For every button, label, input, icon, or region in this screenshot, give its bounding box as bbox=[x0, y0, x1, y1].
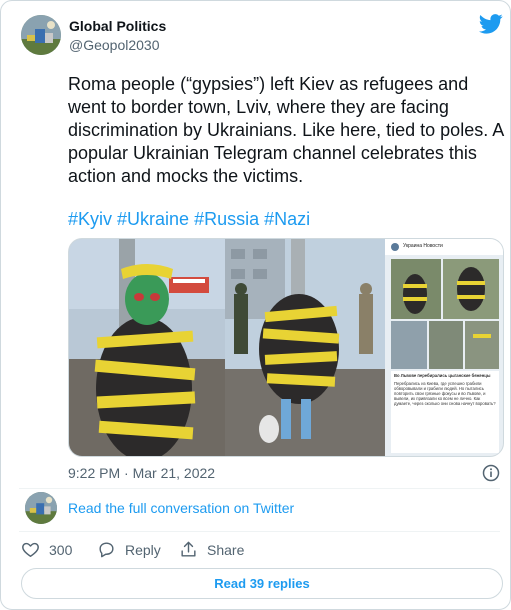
conversation-avatar[interactable] bbox=[25, 492, 57, 524]
tweet-card: Global Politics @Geopol2030 Roma people … bbox=[0, 0, 511, 610]
share-icon bbox=[181, 541, 196, 557]
reply-icon bbox=[99, 542, 114, 558]
read-replies-button[interactable]: Read 39 replies bbox=[21, 568, 503, 599]
tweet-timestamp[interactable]: 9:22 PM · Mar 21, 2022 bbox=[68, 465, 215, 481]
read-full-conversation-link[interactable]: Read the full conversation on Twitter bbox=[68, 500, 294, 516]
hashtag-list: #Kyiv #Ukraine #Russia #Nazi bbox=[68, 208, 315, 231]
share-label: Share bbox=[207, 541, 245, 558]
share-button[interactable]: Share bbox=[179, 540, 244, 559]
photo-left bbox=[69, 239, 225, 456]
divider bbox=[19, 531, 500, 532]
heart-icon bbox=[22, 542, 39, 557]
hashtag-ukraine[interactable]: #Ukraine bbox=[117, 209, 189, 229]
tweet-body-text: Roma people (“gypsies”) left Kiev as ref… bbox=[68, 74, 504, 186]
tweet-media-image[interactable]: Украина Новости Во Львове перебирались ц… bbox=[68, 238, 504, 457]
telegram-post-body: Перебрались из Киева, где успешно грабил… bbox=[394, 381, 496, 406]
author-handle[interactable]: @Geopol2030 bbox=[69, 37, 160, 53]
divider bbox=[19, 488, 500, 489]
telegram-channel-title: Украина Новости bbox=[403, 243, 443, 249]
info-icon[interactable] bbox=[482, 464, 500, 482]
telegram-post-heading: Во Львове перебирались цыганские беженцы bbox=[394, 373, 491, 378]
photo-middle bbox=[225, 239, 385, 456]
author-avatar[interactable] bbox=[21, 15, 61, 55]
hashtag-nazi[interactable]: #Nazi bbox=[264, 209, 310, 229]
twitter-bird-icon[interactable] bbox=[479, 14, 503, 34]
like-button[interactable]: 300 bbox=[21, 540, 72, 559]
photo-telegram-screenshot: Украина Новости Во Львове перебирались ц… bbox=[385, 239, 503, 456]
reply-label: Reply bbox=[125, 541, 161, 558]
reply-button[interactable]: Reply bbox=[97, 540, 161, 559]
author-display-name[interactable]: Global Politics bbox=[69, 18, 166, 34]
hashtag-kyiv[interactable]: #Kyiv bbox=[68, 209, 112, 229]
hashtag-russia[interactable]: #Russia bbox=[194, 209, 259, 229]
like-count: 300 bbox=[49, 541, 73, 558]
